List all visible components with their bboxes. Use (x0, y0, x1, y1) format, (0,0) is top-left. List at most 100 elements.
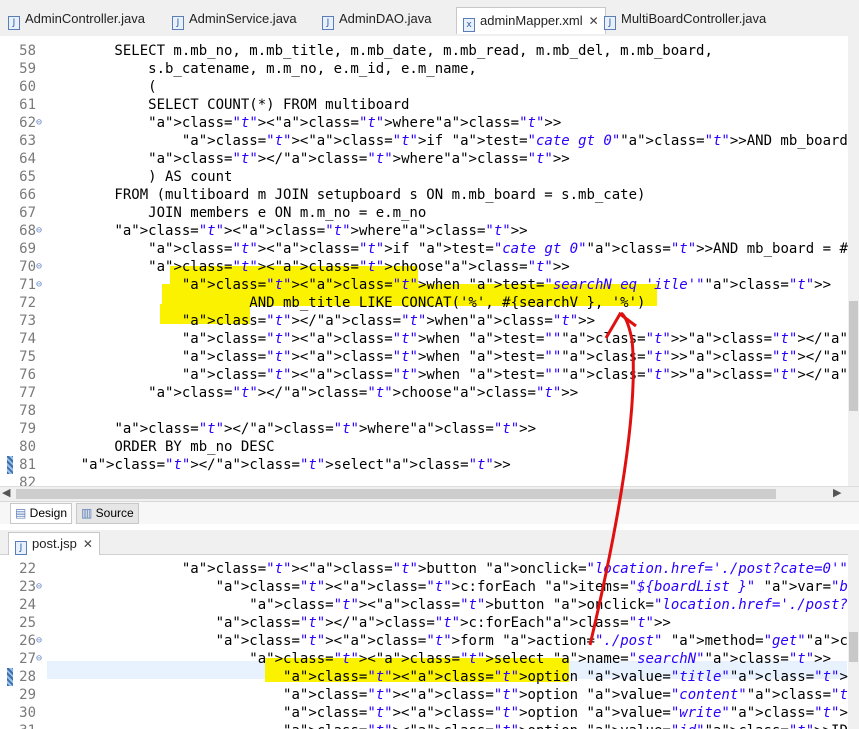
scroll-right-icon[interactable]: ▶ (833, 486, 841, 499)
code-line[interactable]: 77 "a">class="t"></"a">class="t">choose"… (0, 384, 848, 402)
code-line[interactable]: 30 "a">class="t"><"a">class="t">option "… (0, 704, 848, 722)
code-line[interactable]: 69 "a">class="t"><"a">class="t">if "a">t… (0, 240, 848, 258)
code-line[interactable]: 63 "a">class="t"><"a">class="t">if "a">t… (0, 132, 848, 150)
xml-editor-vertical-scrollbar[interactable] (848, 36, 859, 486)
code-line[interactable]: 71 ⊖ "a">class="t"><"a">class="t">when "a… (0, 276, 848, 294)
tab-adminmapper-xml[interactable]: x adminMapper.xml ✕ (456, 7, 606, 34)
code-line[interactable]: 72 AND mb_title LIKE CONCAT('%', #{searc… (0, 294, 848, 312)
code-line[interactable]: 22 "a">class="t"><"a">class="t">button "… (0, 560, 848, 578)
xml-scroll-thumb[interactable] (849, 301, 858, 411)
code-line[interactable]: 59 s.b_catename, m.m_no, e.m_id, e.m_nam… (0, 60, 848, 78)
close-icon[interactable]: ✕ (589, 14, 599, 28)
code-line[interactable]: 25 "a">class="t"></"a">class="t">c:forEa… (0, 614, 848, 632)
code-line[interactable]: 27 ⊖ "a">class="t"><"a">class="t">select … (0, 650, 848, 668)
code-line[interactable]: 67 JOIN members e ON m.m_no = e.m_no (0, 204, 848, 222)
editor-tab-bar: J AdminController.java J AdminService.java J… (0, 0, 859, 37)
tab-source[interactable]: ▥ Source (76, 503, 139, 524)
line-number: 63 (19, 133, 36, 149)
code-line[interactable]: 78 (0, 402, 848, 420)
code-line[interactable]: 23 ⊖ "a">class="t"><"a">class="t">c:forEa… (0, 578, 848, 596)
java-file-icon: J (604, 16, 616, 30)
code-line[interactable]: 64 "a">class="t"></"a">class="t">where"a… (0, 150, 848, 168)
line-number: 59 (19, 61, 36, 77)
line-number: 22 (19, 561, 36, 577)
fold-toggle-icon[interactable]: ⊖ (36, 578, 46, 596)
close-icon[interactable]: ✕ (83, 537, 93, 551)
code-line[interactable]: 26 ⊖ "a">class="t"><"a">class="t">form "a… (0, 632, 848, 650)
source-icon: ▥ (81, 506, 96, 520)
line-number: 76 (19, 367, 36, 383)
line-number: 29 (19, 687, 36, 703)
code-line[interactable]: 68 ⊖ "a">class="t"><"a">class="t">where"a… (0, 222, 848, 240)
jsp-editor-tab-bar: Jpost.jsp ✕ (0, 530, 859, 555)
code-text: JOIN members e ON m.m_no = e.m_no (47, 205, 427, 221)
line-number: 31 (0, 722, 36, 729)
code-text: "a">class="t"><"a">class="t">when "a">te… (181, 277, 832, 293)
tab-label: adminMapper.xml (480, 13, 583, 28)
code-line[interactable]: 75 "a">class="t"><"a">class="t">when "a"… (0, 348, 848, 366)
code-line[interactable]: 70 ⊖ "a">class="t"><"a">class="t">choose"… (0, 258, 848, 276)
code-line[interactable]: 79 "a">class="t"></"a">class="t">where"a… (0, 420, 848, 438)
code-text: "a">class="t"><"a">class="t">option "a">… (283, 705, 848, 721)
jsp-editor-vertical-scrollbar[interactable] (848, 554, 859, 729)
line-number: 75 (19, 349, 36, 365)
code-text: "a">class="t"><"a">class="t">where"a">cl… (114, 223, 528, 239)
line-number: 74 (19, 331, 36, 347)
code-line[interactable]: 31 "a">class="t"><"a">class="t">option "… (0, 722, 848, 729)
line-number: 80 (19, 439, 36, 455)
xml-editor[interactable]: 58 SELECT m.mb_no, m.mb_title, m.mb_date… (0, 36, 848, 486)
code-line[interactable]: 73 "a">class="t"></"a">class="t">when"a"… (0, 312, 848, 330)
line-number: 70 (19, 259, 36, 275)
tab-multiboardcontroller-java[interactable]: J MultiBoardController.java (604, 6, 766, 32)
code-text: ) AS count (47, 169, 233, 185)
line-number: 27 (19, 651, 36, 667)
code-line[interactable]: 58 SELECT m.mb_no, m.mb_title, m.mb_date… (0, 42, 848, 60)
code-text: "a">class="t"><"a">class="t">when "a">te… (181, 367, 848, 383)
fold-toggle-icon[interactable]: ⊖ (36, 632, 46, 650)
line-number: 60 (19, 79, 36, 95)
code-line[interactable]: 28 "a">class="t"><"a">class="t">option "… (0, 668, 848, 686)
xml-editor-horizontal-scrollbar[interactable]: ◀ ▶ (0, 486, 859, 502)
code-text: "a">class="t"><"a">class="t">when "a">te… (181, 331, 848, 347)
code-line[interactable]: 82 (0, 474, 848, 486)
line-number: 73 (19, 313, 36, 329)
fold-toggle-icon[interactable]: ⊖ (36, 222, 46, 240)
change-marker (7, 668, 13, 686)
line-number: 25 (19, 615, 36, 631)
fold-toggle-icon[interactable]: ⊖ (36, 258, 46, 276)
scroll-left-icon[interactable]: ◀ (2, 486, 10, 499)
tab-admincontroller-java[interactable]: J AdminController.java (8, 6, 145, 32)
fold-toggle-icon[interactable]: ⊖ (36, 276, 46, 294)
fold-toggle-icon[interactable]: ⊖ (36, 650, 46, 668)
tab-design[interactable]: ▤ Design (10, 503, 73, 524)
tab-adminservice-java[interactable]: J AdminService.java (172, 6, 297, 32)
code-line[interactable]: 29 "a">class="t"><"a">class="t">option "… (0, 686, 848, 704)
xml-file-icon: x (463, 18, 475, 32)
code-line[interactable]: 81 "a">class="t"></"a">class="t">select"… (0, 456, 848, 474)
code-line[interactable]: 65 ) AS count (0, 168, 848, 186)
jsp-scroll-thumb[interactable] (849, 632, 858, 662)
tab-post-jsp[interactable]: Jpost.jsp ✕ (8, 532, 100, 555)
code-line[interactable]: 66 FROM (multiboard m JOIN setupboard s … (0, 186, 848, 204)
design-source-tabs: ▤ Design ▥ Source (0, 501, 859, 524)
tab-design-label: Design (29, 506, 68, 520)
code-text: "a">class="t"><"a">class="t">button "a">… (181, 561, 848, 577)
line-number: 61 (19, 97, 36, 113)
fold-toggle-icon[interactable]: ⊖ (36, 114, 46, 132)
code-line[interactable]: 80 ORDER BY mb_no DESC (0, 438, 848, 456)
tab-source-label: Source (95, 506, 134, 520)
code-text: "a">class="t"></"a">class="t">where"a">c… (148, 151, 570, 167)
line-number: 78 (19, 403, 36, 419)
tab-admindao-java[interactable]: J AdminDAO.java (322, 6, 431, 32)
horizontal-scroll-thumb[interactable] (16, 489, 776, 499)
jsp-editor[interactable]: 22 "a">class="t"><"a">class="t">button "… (0, 554, 848, 729)
code-line[interactable]: 61 SELECT COUNT(*) FROM multiboard (0, 96, 848, 114)
code-line[interactable]: 76 "a">class="t"><"a">class="t">when "a"… (0, 366, 848, 384)
code-text: "a">class="t"><"a">class="t">if "a">test… (148, 241, 848, 257)
design-icon: ▤ (15, 506, 30, 520)
code-line[interactable]: 62 ⊖ "a">class="t"><"a">class="t">where"a… (0, 114, 848, 132)
code-line[interactable]: 74 "a">class="t"><"a">class="t">when "a"… (0, 330, 848, 348)
code-text: "a">class="t"><"a">class="t">option "a">… (47, 722, 848, 729)
code-line[interactable]: 24 "a">class="t"><"a">class="t">button "… (0, 596, 848, 614)
code-line[interactable]: 60 ( (0, 78, 848, 96)
